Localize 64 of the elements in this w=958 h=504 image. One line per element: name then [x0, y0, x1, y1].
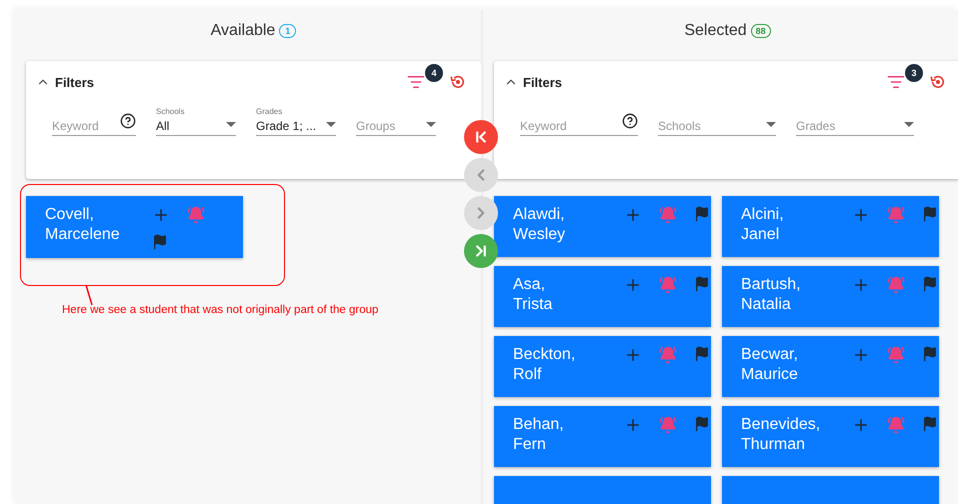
select-field[interactable]: Grades — [796, 103, 914, 136]
caret-icon — [426, 122, 436, 127]
reset-icon[interactable] — [449, 73, 467, 91]
plus-icon[interactable] — [624, 346, 642, 364]
plus-icon[interactable] — [852, 346, 870, 364]
flag-icon[interactable] — [694, 276, 710, 292]
select-field[interactable]: Schools — [658, 103, 776, 136]
student-name: Alcini, Janel — [741, 205, 784, 245]
student-name: Behan, Fern — [513, 415, 564, 455]
flag-icon[interactable] — [922, 346, 938, 362]
flag-icon[interactable] — [922, 276, 938, 292]
plus-icon[interactable] — [852, 416, 870, 434]
plus-icon[interactable] — [624, 276, 642, 294]
select-field[interactable]: Groups — [356, 103, 436, 136]
filter-count: 3 — [905, 64, 923, 82]
student-name: Beckton, Rolf — [513, 345, 576, 385]
help-icon[interactable] — [120, 113, 136, 129]
student-name: Becwar, Maurice — [741, 345, 798, 385]
student-name: Benevides, Thurman — [741, 415, 820, 455]
plus-icon[interactable] — [624, 206, 642, 224]
plus-icon[interactable] — [852, 276, 870, 294]
student-card[interactable]: Asa, Trista — [494, 266, 711, 327]
student-name: Covell, Marcelene — [45, 205, 120, 245]
student-card[interactable]: Benevides, Thurman — [722, 406, 939, 467]
caret-icon — [326, 122, 336, 127]
count-badge: 88 — [750, 24, 771, 38]
count-badge: 1 — [279, 24, 296, 38]
student-card[interactable]: Becwar, Maurice — [722, 336, 939, 397]
plus-icon[interactable] — [624, 416, 642, 434]
filter-icon[interactable] — [887, 73, 905, 91]
panel-title: Available — [210, 22, 276, 40]
filter-count: 4 — [425, 64, 443, 82]
select-field[interactable]: Grades Grade 1; ... — [256, 103, 336, 136]
student-card[interactable]: Alcini, Janel — [722, 196, 939, 257]
help-icon[interactable] — [622, 113, 638, 129]
student-card[interactable]: Bartush, Natalia — [722, 266, 939, 327]
annotation-text: Here we see a student that was not originally part of the group — [62, 304, 378, 316]
keyword-field[interactable]: Keyword — [52, 103, 136, 136]
student-name: Bartush, Natalia — [741, 275, 801, 315]
flag-icon[interactable] — [694, 416, 710, 432]
plus-icon[interactable] — [852, 206, 870, 224]
select-field[interactable]: Schools All — [156, 103, 236, 136]
student-card[interactable]: Behan, Fern — [494, 406, 711, 467]
student-name: Alawdi, Wesley — [513, 205, 566, 245]
student-name: Asa, Trista — [513, 275, 552, 315]
caret-icon — [766, 122, 776, 127]
panel-title: Selected — [684, 22, 747, 40]
student-card[interactable]: Alawdi, Wesley — [494, 196, 711, 257]
flag-icon[interactable] — [694, 206, 710, 222]
student-card[interactable]: Covell, Marcelene — [26, 196, 243, 258]
flag-icon[interactable] — [922, 206, 938, 222]
filters-title: Filters — [523, 74, 562, 90]
flag-icon[interactable] — [694, 346, 710, 362]
filters-title: Filters — [55, 74, 94, 90]
reset-icon[interactable] — [929, 73, 947, 91]
flag-icon[interactable] — [152, 234, 168, 250]
caret-icon — [904, 122, 914, 127]
caret-icon — [226, 122, 236, 127]
plus-icon[interactable] — [152, 206, 170, 224]
keyword-field[interactable]: Keyword — [520, 103, 638, 136]
filter-icon[interactable] — [407, 73, 425, 91]
student-card[interactable]: Beckton, Rolf — [494, 336, 711, 397]
move-all-right-button[interactable] — [464, 234, 498, 268]
flag-icon[interactable] — [922, 416, 938, 432]
